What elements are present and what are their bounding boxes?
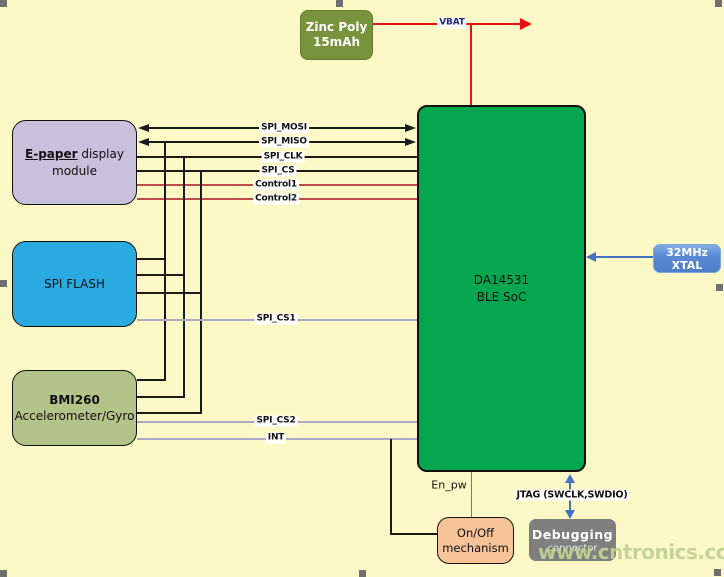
onoff-mechanism-block: On/Off mechanism	[437, 517, 514, 564]
selection-handle-mid-right[interactable]	[716, 284, 723, 291]
control2-label: Control2	[253, 194, 299, 205]
int-label: INT	[266, 433, 286, 444]
block-diagram-canvas: SPI_MOSI SPI_MISO SPI_CLK SPI_CS Control…	[0, 0, 724, 577]
vbat-arrowhead	[520, 18, 532, 30]
vbat-label: VBAT	[437, 18, 466, 29]
bmi-tap-1	[137, 379, 166, 381]
da14531-soc-block: DA14531 BLE SoC	[417, 105, 586, 472]
spi-flash-block: SPI FLASH	[12, 241, 137, 327]
selection-handle-top-left[interactable]	[0, 0, 7, 7]
selection-handle-bottom-right[interactable]	[714, 569, 721, 576]
onoff-link-horizontal	[390, 533, 437, 535]
battery-label-line2: 15mAh	[313, 35, 360, 50]
jtag-label: JTAG (SWCLK,SWDIO)	[515, 490, 630, 501]
spi-mosi-left-arrowhead	[138, 124, 149, 132]
flash-tap-2	[137, 274, 185, 276]
bmi260-label-line1: BMI260	[49, 392, 100, 408]
spi-miso-right-arrowhead	[405, 138, 416, 146]
spi-miso-left-arrowhead	[138, 138, 149, 146]
vbat-wire-vertical	[470, 24, 472, 105]
selection-handle-top-right[interactable]	[715, 0, 722, 7]
spi-mosi-label: SPI_MOSI	[259, 123, 309, 134]
bmi260-block: BMI260 Accelerometer/Gyro	[12, 370, 137, 446]
control1-label: Control1	[253, 180, 299, 191]
spi-miso-label: SPI_MISO	[259, 137, 309, 148]
soc-label-line1: DA14531	[474, 272, 529, 289]
spi-mosi-right-arrowhead	[405, 124, 416, 132]
spi-cs1-label: SPI_CS1	[254, 314, 297, 325]
onoff-link-vertical	[390, 439, 392, 534]
flash-tap-3	[137, 292, 202, 294]
bmi260-label-line2: Accelerometer/Gyro	[15, 408, 135, 424]
epaper-label-line2: module	[52, 163, 97, 180]
battery-label-line1: Zinc Poly	[306, 20, 368, 35]
selection-handle-top-center[interactable]	[336, 0, 343, 7]
xtal-wire	[595, 256, 653, 258]
bmi-tap-2	[137, 396, 185, 398]
battery-block: Zinc Poly 15mAh	[300, 10, 373, 60]
xtal-block: 32MHz XTAL	[653, 244, 721, 273]
bus-vertical-1	[164, 141, 166, 381]
watermark-text: www.cntronics.com	[538, 540, 724, 564]
epaper-label-rest: display	[81, 147, 124, 161]
spi-cs-label: SPI_CS	[260, 166, 297, 177]
xtal-label-line2: XTAL	[672, 259, 703, 272]
selection-handle-bottom-left[interactable]	[0, 570, 7, 577]
bmi-tap-3	[137, 412, 202, 414]
bus-vertical-2	[183, 156, 185, 398]
spi-flash-label: SPI FLASH	[44, 277, 105, 291]
epaper-label-line1: E-paper display	[25, 146, 124, 163]
jtag-down-arrowhead	[565, 510, 575, 519]
flash-tap-1	[137, 258, 166, 260]
en-pw-label: En_pw	[431, 479, 466, 492]
epaper-label-bold: E-paper	[25, 147, 78, 161]
en-pw-wire	[471, 472, 472, 517]
selection-handle-bottom-center[interactable]	[359, 570, 366, 577]
spi-cs2-label: SPI_CS2	[254, 416, 297, 427]
onoff-label-line2: mechanism	[442, 541, 509, 556]
spi-clk-label: SPI_CLK	[262, 152, 305, 163]
xtal-label-line1: 32MHz	[666, 246, 708, 259]
soc-label-line2: BLE SoC	[477, 289, 527, 306]
jtag-up-arrowhead	[565, 474, 575, 483]
selection-handle-mid-left[interactable]	[0, 280, 7, 287]
epaper-display-block: E-paper display module	[12, 120, 137, 205]
onoff-label-line1: On/Off	[457, 526, 494, 541]
xtal-arrowhead	[586, 252, 596, 262]
